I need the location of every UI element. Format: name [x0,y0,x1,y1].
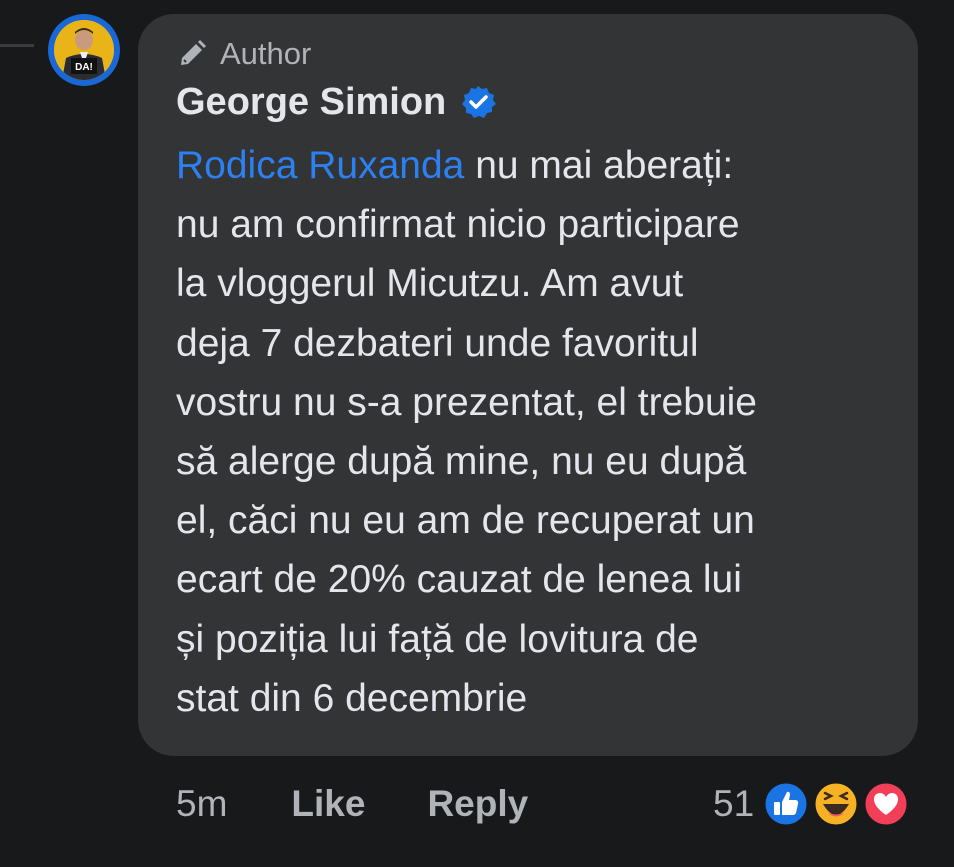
reaction-count: 51 [713,783,755,824]
reaction-icons [762,780,910,828]
love-reaction-icon [862,780,910,828]
comment-timestamp[interactable]: 5m [176,783,227,825]
reply-button[interactable]: Reply [427,783,528,825]
comment-line: nu am confirmat nicio participare [176,203,740,247]
comment-line: vostru nu s-a prezentat, el trebuie [176,380,757,424]
author-badge-label: Author [220,36,312,71]
comment-line: el, căci nu eu am de recuperat un [176,499,755,543]
like-reaction-icon [762,780,810,828]
comment-actions: 5m Like Reply [176,778,528,830]
like-button[interactable]: Like [291,783,365,825]
comment-text: Rodica Ruxanda nu mai aberați: nu am con… [176,136,906,728]
avatar[interactable]: DA! [48,14,120,86]
pencil-icon [181,40,206,65]
comment-author: George Simion [176,80,497,124]
mention-link[interactable]: Rodica Ruxanda [176,144,464,187]
comment-line: stat din 6 decembrie [176,676,528,720]
comment-line: Rodica Ruxanda nu mai aberați: [176,136,906,195]
thread-connector-line [0,44,34,47]
comment-line: deja 7 dezbateri unde favoritul [176,321,699,365]
avatar-label: DA! [75,62,93,73]
reactions-summary[interactable]: 51 [713,778,910,830]
avatar-image: DA! [54,20,114,80]
verified-badge-icon [462,86,497,118]
haha-reaction-icon [812,780,860,828]
comment-line: la vloggerul Micutzu. Am avut [176,262,684,306]
comment-line: să alerge după mine, nu eu după [176,440,747,484]
comment-line: și poziția lui față de lovitura de [176,617,699,661]
comment-line: ecart de 20% cauzat de lenea lui [176,558,742,602]
author-name[interactable]: George Simion [176,80,446,124]
comment-line-text: nu mai aberați: [464,144,734,187]
author-badge: Author [176,34,311,74]
